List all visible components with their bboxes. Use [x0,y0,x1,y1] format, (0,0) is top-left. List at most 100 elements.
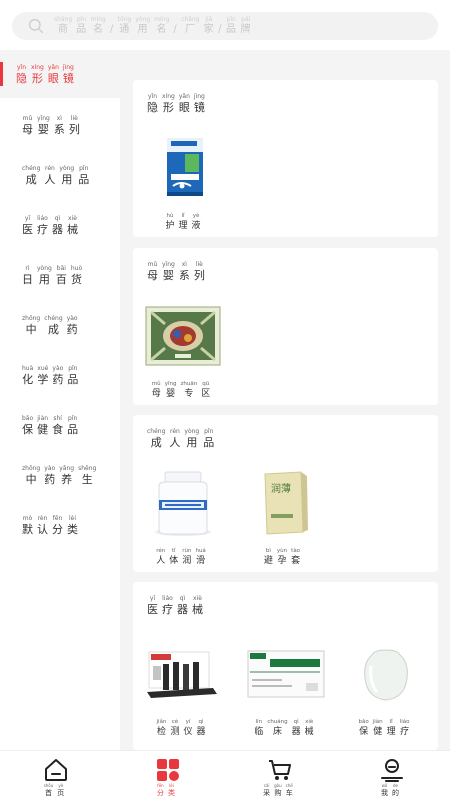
ruby-char: rén 人 [156,548,166,566]
sidebar-item-chemical-drugs[interactable]: huà 化 xué 学 yào 药 pǐn 品 [0,350,120,400]
hanzi: 成 [150,436,162,449]
pinyin: gòu [274,783,282,788]
pinyin: xiè [305,719,314,725]
pinyin: xì [56,114,62,122]
hanzi: 疗 [37,222,48,236]
product-item-clinical-device[interactable]: lín 临 chuáng 床 qì 器 xiè 械 [241,634,331,737]
section-card-adult-products: chéng 成 rén 人 yòng 用 pǐn 品 rén 人 tǐ 体 rùn 润 huá 滑 [133,415,438,572]
ruby-char: qì 器 [292,719,301,737]
sidebar-item-chinese-patent-medicine[interactable]: zhōng 中 chéng 成 yào 药 [0,300,120,350]
sidebar-item-label: rì 日 yòng 用 bǎi 百 huò 货 [0,264,86,285]
tab-home[interactable]: shǒu 首 yè 页 [26,757,86,797]
ruby-char: míng 名 [91,17,106,35]
hanzi: 人 [156,555,166,566]
pinyin: yè [192,213,200,219]
pinyin: jiàn [372,719,383,725]
ruby-char: xiè 械 [305,719,314,737]
pinyin: yīng [162,261,175,268]
hanzi: / [109,24,114,35]
pinyin: liè [195,261,203,268]
pinyin: lín [255,719,263,725]
pinyin: yè [58,783,64,788]
hanzi: 我 [381,789,388,797]
ruby-char: rén 人 [44,165,55,185]
hanzi: 测 [170,726,180,737]
sidebar-item-maternal-baby[interactable]: mǔ 母 yīng 婴 xì 系 liè 列 [0,100,120,150]
sidebar-item-label: zhōng 中 chéng 成 yào 药 [0,315,82,336]
pinyin [111,17,113,23]
section-title: yī 医 liáo 疗 qì 器 xiè 械 [147,595,207,616]
product-item-condom[interactable]: 润薄 bì 避 yùn 孕 tào 套 [239,463,329,566]
ruby-char: fēn 分 [52,515,63,535]
pinyin: huà [22,364,34,372]
sidebar-item-herbal-wellness[interactable]: zhōng 中 yào 药 yǎng 养 shēng 生 [0,450,120,500]
hanzi: 车 [285,789,293,797]
pinyin: xì [181,261,187,268]
ruby-char: yào 药 [66,315,78,336]
pinyin: de [393,783,398,788]
sidebar-item-health-food[interactable]: bǎo 保 jiàn 健 shí 食 pǐn 品 [0,400,120,450]
tab-profile[interactable]: wǒ 我 de 的 [362,757,422,797]
tab-category[interactable]: fēn 分 lèi 类 [138,757,198,797]
pinyin: liáo [162,595,173,602]
product-item-maternal-zone[interactable]: mǔ 母 yīng 婴 zhuān 专 qū 区 [138,296,228,399]
pinyin: bǎi [56,264,66,272]
hanzi: 类 [67,522,78,536]
ruby-char: jiàn 健 [372,719,383,737]
hanzi: 商 [57,24,69,35]
ruby-char: pǐn 品 [76,17,87,35]
pinyin: mò [22,514,33,522]
ruby-char: mǔ 母 [152,381,161,399]
pinyin: lèi [169,783,174,788]
hanzi: 孕 [277,555,287,566]
hanzi: 化 [22,372,34,386]
search-input[interactable]: shāng 商 pǐn 品 míng 名 / tōng 通 yòng 用 míng 名 / chǎng 厂… [12,12,438,40]
ruby-char: tōng 通 [118,17,132,35]
hanzi: 用 [137,24,149,35]
pinyin: xíng [162,93,175,100]
pinyin: shǒu [43,783,54,788]
ruby-char: qì 器 [177,596,188,616]
product-item-test-instrument[interactable]: jiǎn 检 cè 测 yí 仪 qì 器 [138,634,228,737]
hanzi: 械 [67,222,78,236]
product-item-lubricant[interactable]: rén 人 tǐ 体 rùn 润 huá 滑 [138,463,228,566]
ruby-char: jiǎn 检 [157,719,167,737]
section-card-maternal-baby: mǔ 母 yīng 婴 xì 系 liè 列 mǔ 母 yīng 婴 zhuān 专 qū 区 [133,248,438,405]
ruby-char: yí 仪 [183,719,192,737]
hanzi: 药 [66,322,78,336]
hanzi: 通 [119,24,130,35]
product-image [143,463,223,543]
ruby-char: xué 学 [37,365,48,385]
hanzi: 厂 [185,24,196,35]
ruby-char: mò 默 [22,514,33,535]
ruby-char: zhōng 中 [22,315,40,335]
pinyin: lǐ [181,213,185,219]
tab-cart[interactable]: cǎi 采 gòu 购 chē 车 [250,757,310,797]
product-item-health-therapy[interactable]: bǎo 保 jiàn 健 lǐ 理 liáo 疗 [341,634,431,737]
sidebar-item-contact-lenses[interactable]: yǐn 隐 xíng 形 yǎn 眼 jìng 镜 [0,50,120,98]
ruby-char: bǎo 保 [359,719,369,737]
pinyin: rì [25,264,30,272]
product-item-care-solution[interactable]: hù 护 lǐ 理 yè 液 [140,128,230,231]
sidebar-item-daily-goods[interactable]: rì 日 yòng 用 bǎi 百 huò 货 [0,250,120,300]
hanzi: 生 [81,472,93,486]
pinyin: yòng [59,164,75,172]
ruby-char: jiàn 健 [37,414,49,435]
ruby-char: liè 列 [194,261,205,282]
sidebar-item-adult-products[interactable]: chéng 成 rén 人 yòng 用 pǐn 品 [0,150,120,200]
ruby-char: pái 牌 [240,17,251,35]
sidebar-item-label: mò 默 rèn 认 fēn 分 lèi 类 [0,514,82,536]
section-title: chéng 成 rén 人 yòng 用 pǐn 品 [147,429,218,449]
sidebar-item-default-category[interactable]: mò 默 rèn 认 fēn 分 lèi 类 [0,500,120,550]
ruby-char: zhuān 专 [181,381,198,399]
ruby-char: yòng 用 [184,429,199,449]
pinyin: míng [154,16,170,23]
pinyin: xiè [68,214,77,222]
tab-label: cǎi 采 gòu 购 chē 车 [263,784,297,797]
sidebar-item-medical-devices[interactable]: yī 医 liáo 疗 qì 器 xiè 械 [0,200,120,250]
hanzi: 列 [68,122,80,136]
category-icon [157,759,179,781]
sidebar-item-label: chéng 成 rén 人 yòng 用 pǐn 品 [0,164,93,185]
section-card-contact-lenses: yǐn 隐 xíng 形 yǎn 眼 jìng 镜 hù 护 lǐ 理 yè 液 [133,80,438,237]
pinyin: jiàn [37,414,49,422]
